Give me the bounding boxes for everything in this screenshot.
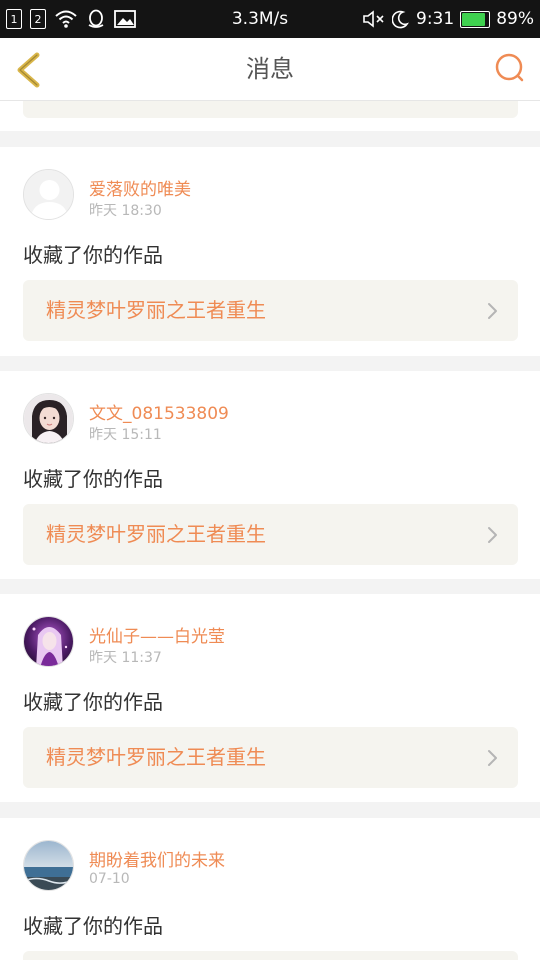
username[interactable]: 文文_081533809: [89, 399, 229, 424]
sim1-icon: 1: [6, 9, 22, 29]
mute-icon: [363, 10, 384, 28]
search-icon[interactable]: [494, 52, 526, 84]
nav-bar: 消息: [0, 38, 540, 101]
list-item[interactable]: 光仙子——白光莹 昨天 11:37 收藏了你的作品 精灵梦叶罗丽之王者重生: [0, 594, 540, 802]
list-item[interactable]: 期盼着我们的未来 07-10 收藏了你的作品: [0, 818, 540, 960]
action-text: 收藏了你的作品: [23, 914, 163, 938]
work-link[interactable]: 精灵梦叶罗丽之王者重生: [23, 727, 518, 788]
anime-character-avatar-icon: [24, 617, 73, 666]
avatar[interactable]: [23, 169, 74, 220]
timestamp: 07-10: [89, 871, 130, 887]
status-bar: 1 2 3.3M/s 9:31 89%: [0, 0, 540, 38]
chevron-right-icon: [488, 303, 497, 319]
list-item-partial: [0, 101, 540, 131]
status-right: 9:31 89%: [314, 9, 534, 29]
timestamp: 昨天 15:11: [89, 427, 162, 443]
sim1-label: 1: [10, 12, 18, 26]
username[interactable]: 爱落败的唯美: [89, 175, 191, 200]
chevron-right-icon: [488, 750, 497, 766]
status-left: 1 2: [6, 9, 206, 29]
battery-fill: [462, 12, 486, 26]
work-title: 精灵梦叶罗丽之王者重生: [46, 522, 266, 546]
sim2-label: 2: [34, 12, 42, 26]
work-link-partial[interactable]: [23, 101, 518, 118]
avatar[interactable]: [23, 616, 74, 667]
list-item[interactable]: 文文_081533809 昨天 15:11 收藏了你的作品 精灵梦叶罗丽之王者重…: [0, 371, 540, 579]
clock: 9:31: [416, 9, 455, 29]
chevron-right-icon: [488, 527, 497, 543]
battery-icon: [460, 10, 491, 28]
work-link[interactable]: 精灵梦叶罗丽之王者重生: [23, 504, 518, 565]
girl-photo-avatar-icon: [24, 394, 73, 443]
action-text: 收藏了你的作品: [23, 467, 163, 491]
message-list[interactable]: 爱落败的唯美 昨天 18:30 收藏了你的作品 精灵梦叶罗丽之王者重生 文文_0…: [0, 101, 540, 960]
sim2-icon: 2: [30, 9, 46, 29]
default-avatar-icon: [24, 170, 73, 219]
action-text: 收藏了你的作品: [23, 243, 163, 267]
work-link[interactable]: [23, 951, 518, 960]
timestamp: 昨天 11:37: [89, 650, 162, 666]
avatar[interactable]: [23, 393, 74, 444]
qq-icon: [88, 9, 104, 28]
username[interactable]: 期盼着我们的未来: [89, 846, 225, 871]
page-title: 消息: [246, 55, 294, 83]
avatar[interactable]: [23, 840, 74, 891]
seascape-avatar-icon: [24, 841, 73, 890]
work-title: 精灵梦叶罗丽之王者重生: [46, 298, 266, 322]
network-speed: 3.3M/s: [231, 9, 289, 29]
image-icon: [114, 10, 136, 28]
moon-icon: [392, 10, 409, 29]
timestamp: 昨天 18:30: [89, 203, 162, 219]
battery-percent: 89%: [496, 9, 534, 29]
username[interactable]: 光仙子——白光莹: [89, 622, 225, 647]
list-item[interactable]: 爱落败的唯美 昨天 18:30 收藏了你的作品 精灵梦叶罗丽之王者重生: [0, 147, 540, 356]
work-link[interactable]: 精灵梦叶罗丽之王者重生: [23, 280, 518, 341]
wifi-icon: [55, 10, 77, 28]
action-text: 收藏了你的作品: [23, 690, 163, 714]
work-title: 精灵梦叶罗丽之王者重生: [46, 745, 266, 769]
